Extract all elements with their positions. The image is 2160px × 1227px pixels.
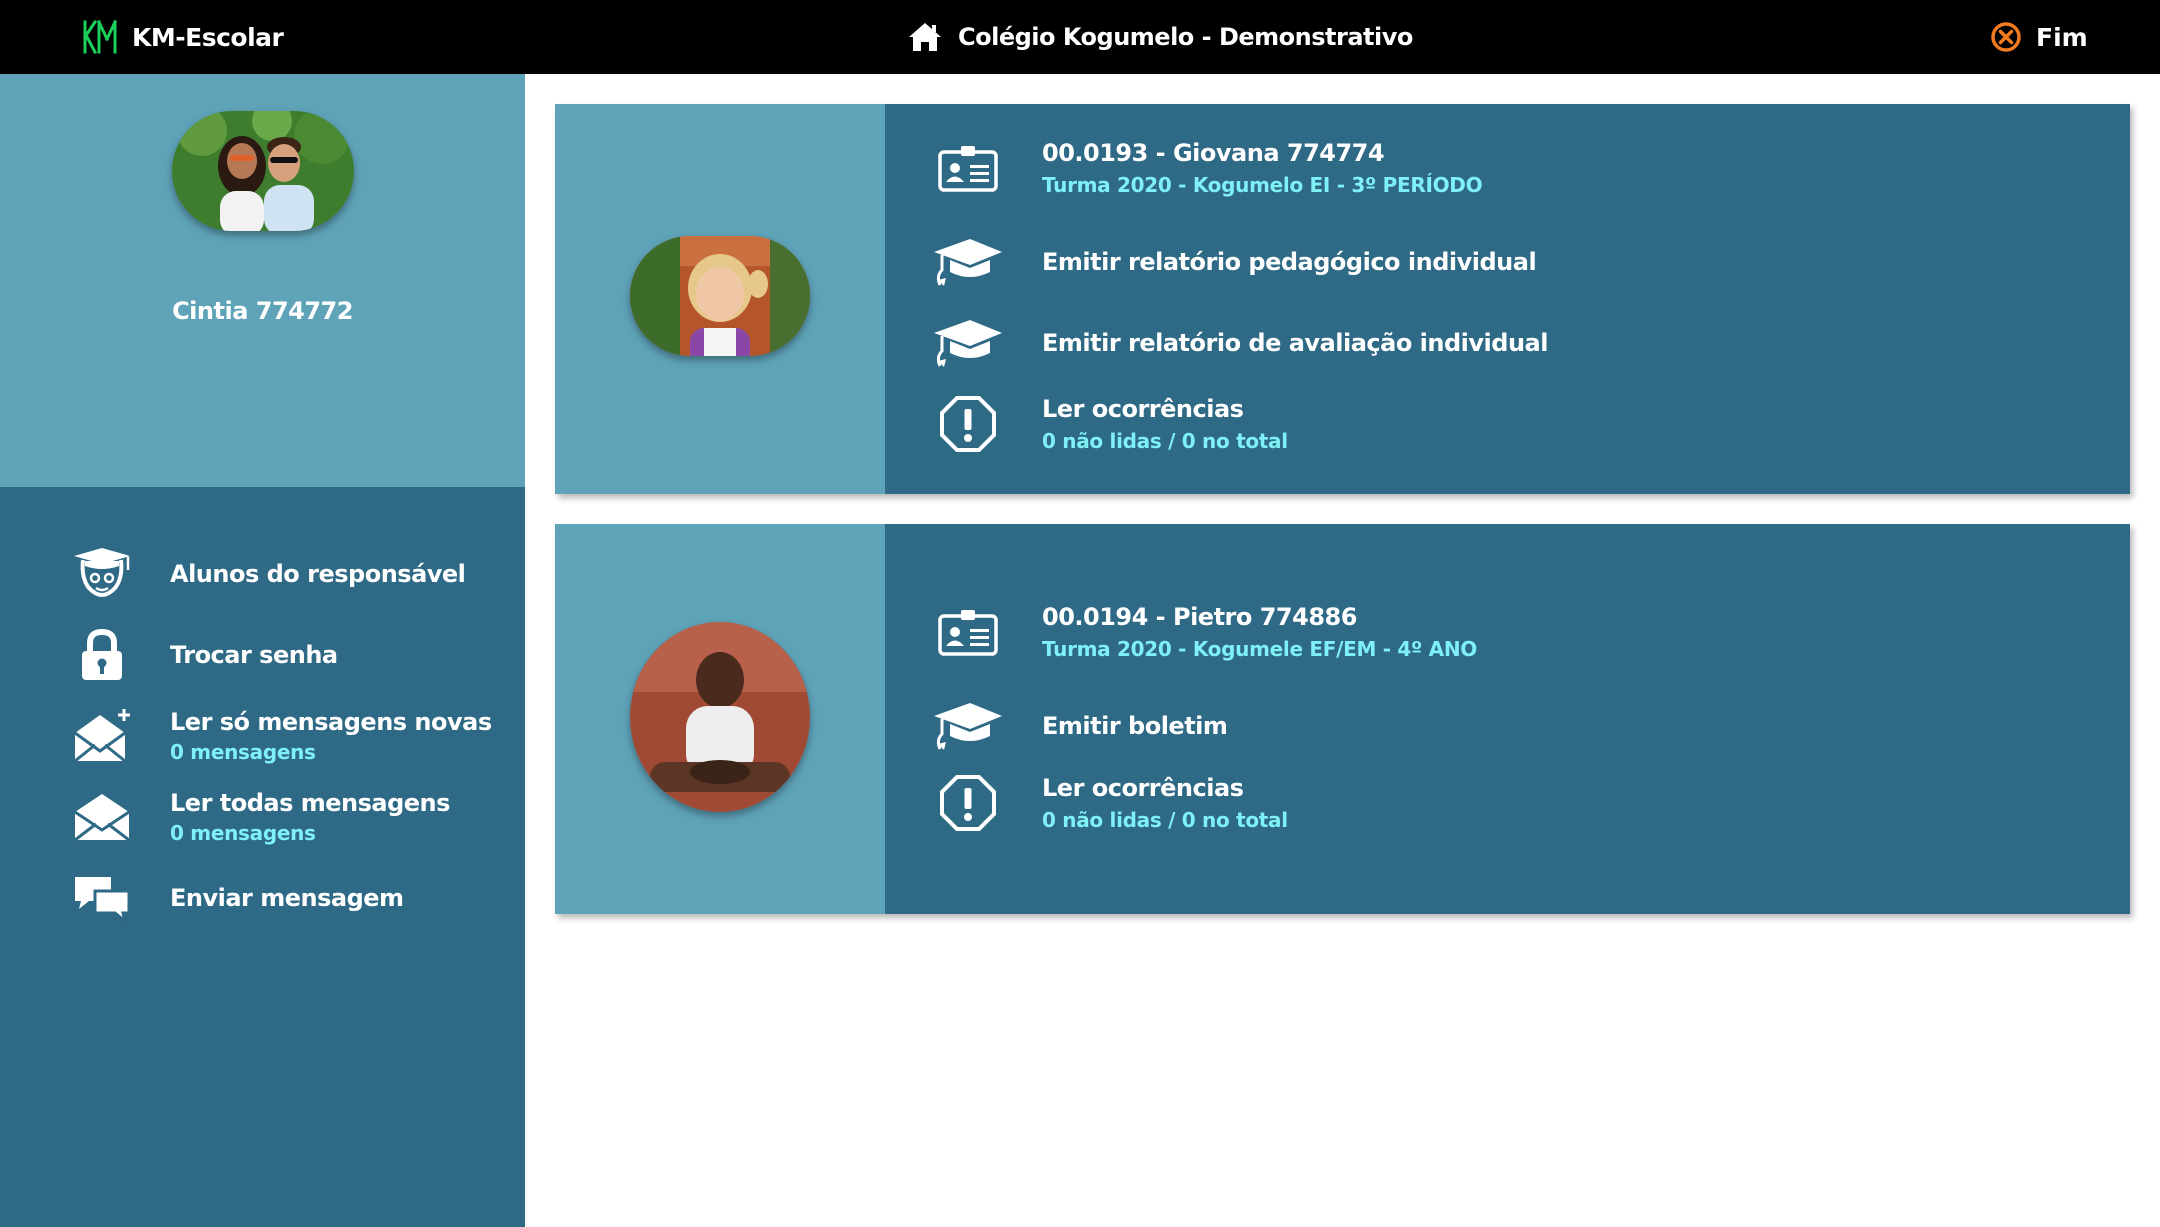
action-text: Emitir boletim [1042,712,1228,740]
alert-octagon-icon [930,392,1006,456]
id-card-icon [930,136,1006,200]
sidebar-item-students[interactable]: Alunos do responsável [66,542,516,606]
school-name: Colégio Kogumelo - Demonstrativo [958,23,1413,51]
lock-icon [66,623,138,687]
student-id-name: 00.0193 - Giovana 774774 [1042,139,1385,167]
student-card: 00.0194 - Pietro 774886 Turma 2020 - Kog… [555,524,2130,914]
action-text: Ler ocorrências 0 não lidas / 0 no total [1042,395,1288,453]
sidebar-item-new-messages[interactable]: Ler só mensagens novas 0 mensagens [66,704,516,768]
occurrences-count: 0 não lidas / 0 no total [1042,808,1288,832]
sidebar-item-text: Trocar senha [170,641,338,669]
graduation-cap-icon [930,230,1006,294]
sidebar-item-label: Alunos do responsável [170,560,466,588]
sidebar-item-text: Enviar mensagem [170,884,404,912]
action-label: Emitir boletim [1042,712,1228,740]
occurrences-count: 0 não lidas / 0 no total [1042,429,1288,453]
sidebar-item-label: Ler todas mensagens [170,789,450,817]
sidebar-item-change-password[interactable]: Trocar senha [66,623,516,687]
sidebar-item-text: Ler só mensagens novas 0 mensagens [170,708,492,764]
guardian-panel: Cintia 774772 [0,74,525,487]
student-info-text: 00.0193 - Giovana 774774 Turma 2020 - Ko… [1042,139,1483,197]
guardian-avatar [172,111,354,231]
guardian-name: Cintia 774772 [172,297,353,325]
brand-name: KM-Escolar [132,22,284,52]
close-circle-icon [1991,22,2021,52]
sidebar-item-count: 0 mensagens [170,740,316,764]
sidebar-item-all-messages[interactable]: Ler todas mensagens 0 mensagens [66,785,516,849]
action-read-occurrences[interactable]: Ler ocorrências 0 não lidas / 0 no total [930,392,1288,456]
student-class: Turma 2020 - Kogumelo EI - 3º PERÍODO [1042,173,1483,197]
id-card-icon [930,600,1006,664]
action-label: Emitir relatório pedagógico individual [1042,248,1537,276]
sidebar-item-count: 0 mensagens [170,821,316,845]
alert-octagon-icon [930,771,1006,835]
logout-button[interactable]: Fim [1990,14,2088,60]
student-info[interactable]: 00.0193 - Giovana 774774 Turma 2020 - Ko… [930,136,1483,200]
action-read-occurrences[interactable]: Ler ocorrências 0 não lidas / 0 no total [930,771,1288,835]
graduation-cap-icon [930,694,1006,758]
top-bar: KM-Escolar Colégio Kogumelo - Demonstrat… [0,0,2160,74]
brand[interactable]: KM-Escolar [82,14,284,60]
chat-bubbles-icon [66,866,138,930]
student-class: Turma 2020 - Kogumele EF/EM - 4º ANO [1042,637,1477,661]
sidebar-item-label: Ler só mensagens novas [170,708,492,736]
student-info-text: 00.0194 - Pietro 774886 Turma 2020 - Kog… [1042,603,1477,661]
school-home-link[interactable]: Colégio Kogumelo - Demonstrativo [906,14,1413,60]
envelope-plus-icon [66,704,138,768]
student-info[interactable]: 00.0194 - Pietro 774886 Turma 2020 - Kog… [930,600,1477,664]
student-cap-icon [66,542,138,606]
logout-label: Fim [2036,22,2088,52]
action-pedagogical-report[interactable]: Emitir relatório pedagógico individual [930,230,1537,294]
student-card: 00.0193 - Giovana 774774 Turma 2020 - Ko… [555,104,2130,494]
student-avatar [630,622,810,812]
student-id-name: 00.0194 - Pietro 774886 [1042,603,1357,631]
sidebar-item-send-message[interactable]: Enviar mensagem [66,866,516,930]
sidebar-item-text: Ler todas mensagens 0 mensagens [170,789,450,845]
sidebar-item-text: Alunos do responsável [170,560,466,588]
action-label: Emitir relatório de avaliação individual [1042,329,1548,357]
envelope-icon [66,785,138,849]
sidebar-item-label: Trocar senha [170,641,338,669]
action-evaluation-report[interactable]: Emitir relatório de avaliação individual [930,311,1548,375]
action-report-card[interactable]: Emitir boletim [930,694,1228,758]
action-label: Ler ocorrências [1042,395,1244,423]
action-label: Ler ocorrências [1042,774,1244,802]
action-text: Emitir relatório pedagógico individual [1042,248,1537,276]
home-icon [909,23,941,51]
action-text: Emitir relatório de avaliação individual [1042,329,1548,357]
student-avatar [630,236,810,356]
graduation-cap-icon [930,311,1006,375]
action-text: Ler ocorrências 0 não lidas / 0 no total [1042,774,1288,832]
sidebar-item-label: Enviar mensagem [170,884,404,912]
km-logo-icon [82,19,117,55]
